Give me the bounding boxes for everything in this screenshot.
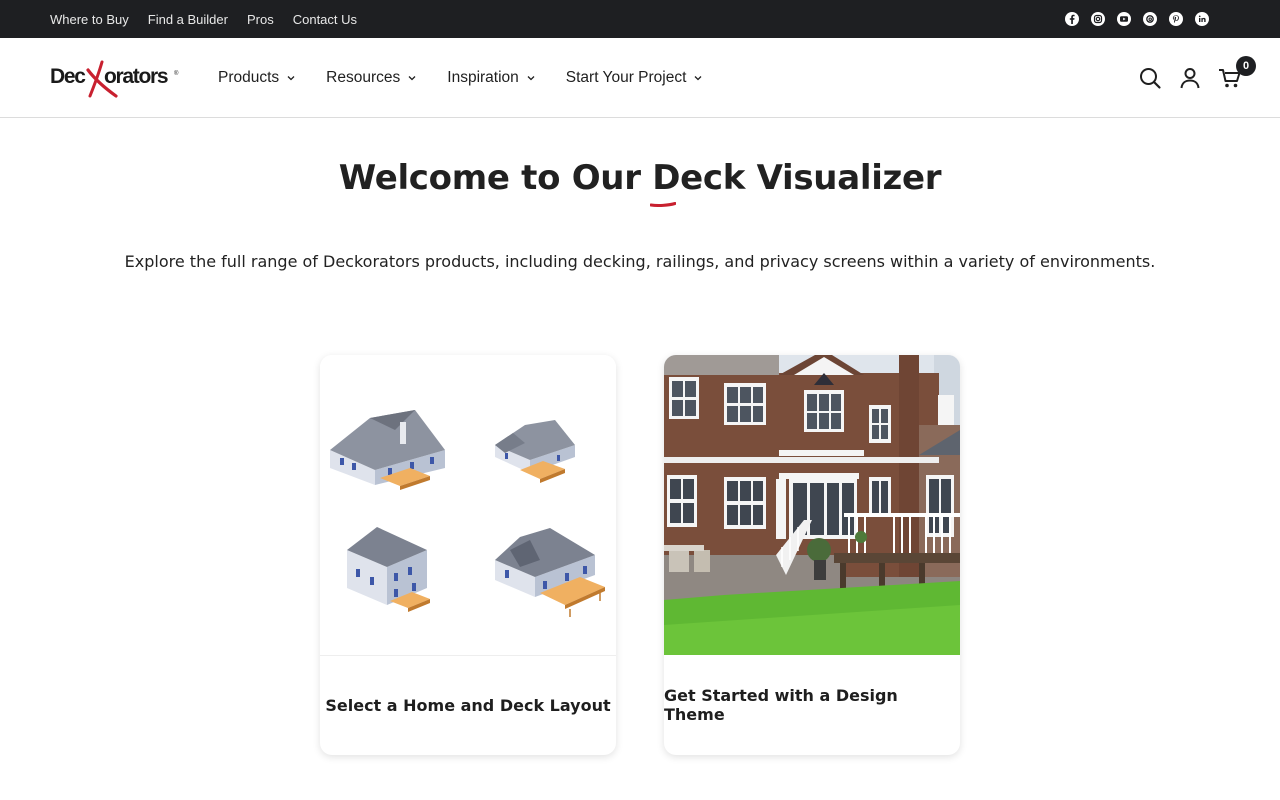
threads-icon[interactable] bbox=[1142, 11, 1158, 27]
social-links bbox=[1064, 11, 1210, 27]
site-header: Dec orators ® Products Resources Inspira… bbox=[0, 38, 1280, 118]
youtube-icon[interactable] bbox=[1116, 11, 1132, 27]
nav-start-your-project[interactable]: Start Your Project bbox=[566, 69, 704, 87]
account-icon[interactable] bbox=[1178, 66, 1202, 90]
cart-icon[interactable]: 0 bbox=[1218, 56, 1256, 90]
search-icon[interactable] bbox=[1138, 66, 1162, 90]
svg-text:orators: orators bbox=[104, 65, 168, 88]
svg-text:Dec: Dec bbox=[50, 65, 86, 88]
nav-products-label: Products bbox=[218, 69, 280, 86]
nav-inspiration-label: Inspiration bbox=[447, 69, 519, 86]
where-to-buy-link[interactable]: Where to Buy bbox=[50, 12, 129, 27]
main-nav: Products Resources Inspiration Start You… bbox=[218, 38, 703, 118]
chevron-down-icon bbox=[408, 76, 416, 81]
utility-links: Where to Buy Find a Builder Pros Contact… bbox=[50, 0, 357, 38]
page-subtitle: Explore the full range of Deckorators pr… bbox=[124, 252, 1156, 271]
home-layouts-illustration bbox=[320, 355, 616, 655]
contact-us-link[interactable]: Contact Us bbox=[293, 12, 357, 27]
instagram-icon[interactable] bbox=[1090, 11, 1106, 27]
header-actions: 0 bbox=[1138, 38, 1256, 118]
chevron-down-icon bbox=[287, 76, 295, 81]
find-a-builder-link[interactable]: Find a Builder bbox=[148, 12, 228, 27]
nav-products[interactable]: Products bbox=[218, 69, 296, 87]
chevron-down-icon bbox=[694, 76, 702, 81]
facebook-icon[interactable] bbox=[1064, 11, 1080, 27]
select-home-layout-label: Select a Home and Deck Layout bbox=[320, 655, 616, 755]
utility-bar: Where to Buy Find a Builder Pros Contact… bbox=[0, 0, 1280, 38]
select-home-layout-card[interactable]: Select a Home and Deck Layout bbox=[320, 355, 616, 755]
pinterest-icon[interactable] bbox=[1168, 11, 1184, 27]
design-theme-label: Get Started with a Design Theme bbox=[664, 686, 898, 724]
pros-link[interactable]: Pros bbox=[247, 12, 274, 27]
svg-text:®: ® bbox=[174, 70, 179, 77]
deckorators-logo[interactable]: Dec orators ® bbox=[50, 56, 180, 100]
design-theme-card[interactable]: Get Started with a Design Theme bbox=[664, 355, 960, 755]
chevron-down-icon bbox=[527, 76, 535, 81]
title-accent-mark bbox=[650, 202, 676, 207]
linkedin-icon[interactable] bbox=[1194, 11, 1210, 27]
nav-resources-label: Resources bbox=[326, 69, 401, 86]
cart-count-badge: 0 bbox=[1236, 56, 1256, 76]
nav-start-your-project-label: Start Your Project bbox=[565, 69, 687, 86]
page-title: Welcome to Our Deck Visualizer bbox=[338, 158, 942, 198]
house-deck-photo bbox=[664, 355, 960, 655]
nav-inspiration[interactable]: Inspiration bbox=[447, 69, 536, 87]
nav-resources[interactable]: Resources bbox=[326, 69, 417, 87]
